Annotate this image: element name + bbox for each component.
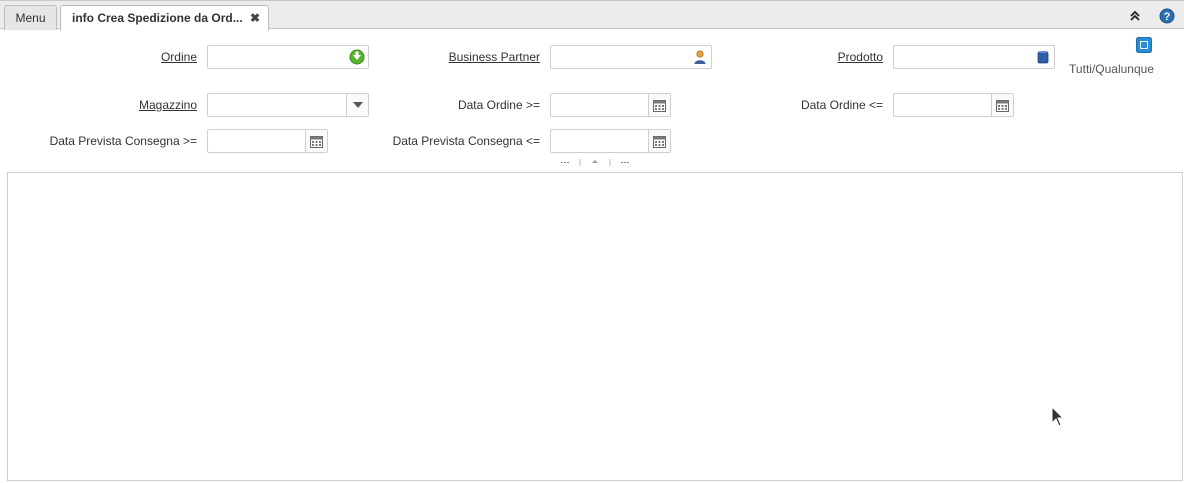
tab-bar: Menu info Crea Spedizione da Ord... ✖ ? xyxy=(0,0,1184,31)
magazzino-select[interactable] xyxy=(207,93,369,117)
chevron-down-icon xyxy=(352,102,363,108)
data-ordine-a-field[interactable] xyxy=(893,93,1014,117)
calendar-icon xyxy=(310,135,323,148)
data-ordine-da-label: Data Ordine >= xyxy=(457,98,540,112)
results-grid[interactable] xyxy=(7,172,1183,481)
tutti-qualunque-checkbox[interactable] xyxy=(1136,37,1152,53)
magazzino-input[interactable] xyxy=(208,94,346,116)
prodotto-field[interactable] xyxy=(893,45,1055,69)
business-partner-icon xyxy=(694,50,706,64)
order-lookup-icon xyxy=(349,49,365,65)
double-chevron-up-icon[interactable] xyxy=(1127,8,1143,24)
data-prevista-da-label: Data Prevista Consegna >= xyxy=(49,134,197,148)
ordine-input[interactable] xyxy=(208,46,346,68)
tab-menu[interactable]: Menu xyxy=(4,5,57,30)
data-prevista-da-calendar-button[interactable] xyxy=(305,130,327,152)
splitter-collapse-handle[interactable] xyxy=(560,157,630,167)
tab-info-crea-spedizione[interactable]: info Crea Spedizione da Ord... ✖ xyxy=(60,5,269,31)
business-partner-input[interactable] xyxy=(551,46,689,68)
magazzino-label[interactable]: Magazzino xyxy=(100,98,197,112)
prodotto-label[interactable]: Prodotto xyxy=(800,50,883,64)
product-icon xyxy=(1037,51,1049,64)
data-ordine-da-field[interactable] xyxy=(550,93,671,117)
help-icon[interactable]: ? xyxy=(1159,8,1175,24)
data-ordine-da-input[interactable] xyxy=(551,94,649,116)
tab-label: info Crea Spedizione da Ord... xyxy=(72,11,243,25)
data-prevista-da-input[interactable] xyxy=(208,130,306,152)
prodotto-input[interactable] xyxy=(894,46,1032,68)
data-prevista-a-calendar-button[interactable] xyxy=(648,130,670,152)
svg-text:?: ? xyxy=(1164,11,1171,23)
product-lookup-button[interactable] xyxy=(1032,46,1054,68)
ordine-field[interactable] xyxy=(207,45,369,69)
ordine-label[interactable]: Ordine xyxy=(120,50,197,64)
data-ordine-da-calendar-button[interactable] xyxy=(648,94,670,116)
business-partner-field[interactable] xyxy=(550,45,712,69)
data-prevista-a-label: Data Prevista Consegna <= xyxy=(392,134,540,148)
data-prevista-a-field[interactable] xyxy=(550,129,671,153)
calendar-icon xyxy=(653,99,666,112)
data-prevista-a-input[interactable] xyxy=(551,130,649,152)
close-icon[interactable]: ✖ xyxy=(250,6,260,30)
data-prevista-da-field[interactable] xyxy=(207,129,328,153)
magazzino-dropdown-button[interactable] xyxy=(346,94,368,116)
business-partner-lookup-button[interactable] xyxy=(689,46,711,68)
calendar-icon xyxy=(996,99,1009,112)
calendar-icon xyxy=(653,135,666,148)
business-partner-label[interactable]: Business Partner xyxy=(420,50,540,64)
mouse-cursor-icon xyxy=(1051,406,1065,427)
data-ordine-a-calendar-button[interactable] xyxy=(991,94,1013,116)
tutti-qualunque-label: Tutti/Qualunque xyxy=(1069,62,1154,76)
data-ordine-a-input[interactable] xyxy=(894,94,992,116)
order-lookup-button[interactable] xyxy=(346,46,368,68)
data-ordine-a-label: Data Ordine <= xyxy=(800,98,883,112)
